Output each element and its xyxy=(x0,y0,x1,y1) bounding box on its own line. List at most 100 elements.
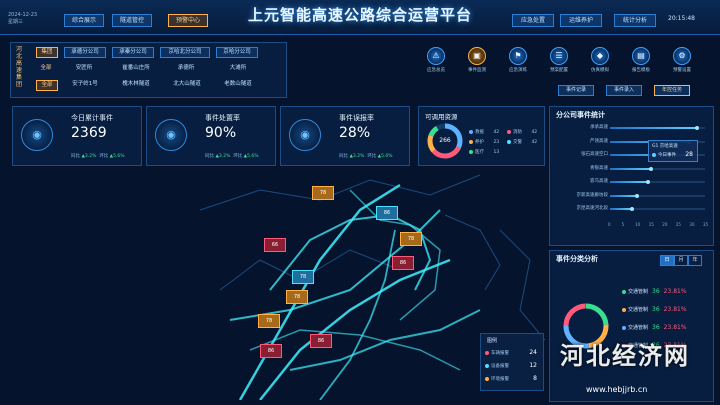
chip-chengde-branch[interactable]: 承德分公司 xyxy=(64,47,106,58)
resource-item: 养护 23 xyxy=(469,139,499,145)
tool-event-monitor[interactable]: ▣ 事件监测 xyxy=(459,47,495,73)
bar-track xyxy=(610,180,705,184)
chip-jingha-north-branch[interactable]: 京哈北分公司 xyxy=(160,47,210,58)
chip-tunnel-1[interactable]: 安子岭1号 xyxy=(66,80,104,89)
axis-tick: 0 xyxy=(608,221,611,227)
lock-icon: ◉ xyxy=(21,119,53,151)
map-legend: 图例 车辆报警 24 设备报警 12 环境报警 8 xyxy=(480,333,544,391)
bar-label: 京昆高速河北段 xyxy=(576,206,609,211)
bar-label: 严领高速 xyxy=(590,138,608,144)
tool-warning-setting[interactable]: ⚙ 预警设置 xyxy=(664,47,700,73)
bar-end-dot xyxy=(635,193,640,198)
org-title: 河北高速集团 xyxy=(15,46,22,88)
bar[interactable] xyxy=(610,127,697,129)
nav-emergency[interactable]: 应急处置 xyxy=(512,14,554,27)
chip-station-3[interactable]: 承德所 xyxy=(170,64,202,73)
map-marker-vehicle[interactable]: 86 xyxy=(310,334,332,348)
axis-tick: 35 xyxy=(703,221,709,227)
axis-tick: 30 xyxy=(689,221,695,227)
nav-maintenance[interactable]: 运维养护 xyxy=(560,14,602,27)
annual-task-button[interactable]: 年控任务 xyxy=(654,85,690,96)
chip-tunnel-4[interactable]: 老数山隧道 xyxy=(218,80,258,89)
tool-simulation[interactable]: ◆ 仿真模拟 xyxy=(582,47,618,73)
legend-vehicle-alarm: 车辆报警 24 xyxy=(485,349,541,356)
resource-item: 救援 42 xyxy=(469,129,499,135)
chip-tunnel-3[interactable]: 北大山隧道 xyxy=(168,80,206,89)
page-title: 上元智能高速公路综合运营平台 xyxy=(247,6,472,24)
tool-emergency-overview[interactable]: ⚠ 应急总览 xyxy=(418,47,454,73)
resource-item: 医疗 13 xyxy=(469,149,499,155)
bar[interactable] xyxy=(610,208,632,210)
chip-chengqin-branch[interactable]: 承秦分公司 xyxy=(112,47,154,58)
bar[interactable] xyxy=(610,181,648,183)
alarm-icon: ⚠ xyxy=(427,47,445,65)
bar-label: 京新高速廊坊段 xyxy=(576,192,609,198)
axis-tick: 5 xyxy=(621,221,625,227)
bar[interactable] xyxy=(610,194,638,197)
bar-track xyxy=(610,126,705,130)
nav-warning-center[interactable]: 预警中心 xyxy=(168,14,208,27)
lock-icon: ◉ xyxy=(155,119,187,151)
chip-all-tunnels[interactable]: 全部 xyxy=(36,80,58,91)
axis-tick: 15 xyxy=(648,221,654,227)
chip-jingha-branch[interactable]: 京哈分公司 xyxy=(216,47,258,58)
map-marker-vehicle[interactable]: 86 xyxy=(260,344,282,358)
chip-group[interactable]: 集团 xyxy=(36,47,58,58)
setting-icon: ⚙ xyxy=(673,47,691,65)
bar-end-dot xyxy=(629,207,634,211)
tool-report-template[interactable]: ▤ 报告模板 xyxy=(623,47,659,73)
date-text: 2024-12-23 xyxy=(8,12,38,18)
bar-label: 青银高速 xyxy=(590,165,608,171)
map-marker-warning[interactable]: 78 xyxy=(312,186,334,200)
resource-item: 交警 42 xyxy=(507,139,537,145)
legend-device-alarm: 设备报警 12 xyxy=(485,362,541,369)
chip-all-stations[interactable]: 全部 xyxy=(36,64,56,73)
category-item: 交通管制 36 23.81% xyxy=(622,324,687,331)
bar-track xyxy=(610,207,705,211)
lock-icon: ◉ xyxy=(289,119,321,151)
chart-tooltip: G1 京哈高速 今日事件 28 xyxy=(648,140,698,162)
event-entry-button[interactable]: 事件录入 xyxy=(606,85,642,96)
event-record-button[interactable]: 事件记录 xyxy=(558,85,594,96)
config-icon: ☰ xyxy=(550,47,568,65)
chip-station-1[interactable]: 安匠所 xyxy=(68,64,100,73)
chip-station-4[interactable]: 大滩所 xyxy=(222,64,254,73)
map-marker-warning[interactable]: 78 xyxy=(258,314,280,328)
map-marker-warning[interactable]: 78 xyxy=(286,290,308,304)
branch-event-stats-panel: 分公司事件统计 承承高速 严领高速 张石高速空口 青银高速 容乌高速 京新高速廊坊段 京昆高… xyxy=(549,106,714,246)
tool-plan-config[interactable]: ☰ 预案配置 xyxy=(541,47,577,73)
tab-year[interactable]: 年 xyxy=(688,255,702,266)
bar-label: 张石高速空口 xyxy=(581,152,608,157)
nav-tunnel-control[interactable]: 隧道管控 xyxy=(112,14,152,27)
tab-day[interactable]: 日 xyxy=(660,255,674,266)
cube-icon: ◆ xyxy=(591,47,609,65)
report-icon: ▤ xyxy=(632,47,650,65)
legend-env-alarm: 环境报警 8 xyxy=(485,375,541,382)
map-marker-camera[interactable]: 78 xyxy=(292,270,314,284)
resources-panel: 可调用资源 266 救援 42 消防 42 养护 23 交警 42 医疗 13 xyxy=(418,106,545,166)
bar-label: 承承高速 xyxy=(590,125,608,130)
watermark-logo: 河北经济网 xyxy=(560,341,690,370)
bar-label: 容乌高速 xyxy=(590,179,608,184)
category-item: 交通管制 36 23.81% xyxy=(622,288,687,295)
clock: 20:15:48 xyxy=(668,15,695,22)
drill-icon: ⚑ xyxy=(509,47,527,65)
watermark-url: www.hebjjrb.cn xyxy=(586,385,648,394)
bar-track xyxy=(610,166,705,171)
tab-month[interactable]: 月 xyxy=(674,255,688,266)
chip-station-2[interactable]: 崔番山庄所 xyxy=(116,64,156,73)
weekday-text: 星期三 xyxy=(8,19,24,25)
date-block: 2024-12-23 星期三 xyxy=(8,12,37,26)
tool-drill[interactable]: ⚑ 应急演练 xyxy=(500,47,536,73)
nav-overview[interactable]: 综合展示 xyxy=(64,14,104,27)
chip-tunnel-2[interactable]: 槐木林隧道 xyxy=(116,80,156,89)
monitor-icon: ▣ xyxy=(468,47,486,65)
map-marker-vehicle[interactable]: 66 xyxy=(264,238,286,252)
map-marker-camera[interactable]: 86 xyxy=(376,206,398,220)
bar[interactable] xyxy=(610,167,651,170)
nav-statistics[interactable]: 统计分析 xyxy=(614,14,656,27)
map-marker-vehicle[interactable]: 86 xyxy=(392,256,414,270)
bar-end-dot xyxy=(648,166,653,171)
stat-card-handling-rate: ◉ 事件处置率 90% 同比 ▲3.2% 环比 ▲5.6% xyxy=(146,106,276,166)
map-marker-warning[interactable]: 78 xyxy=(400,232,422,246)
